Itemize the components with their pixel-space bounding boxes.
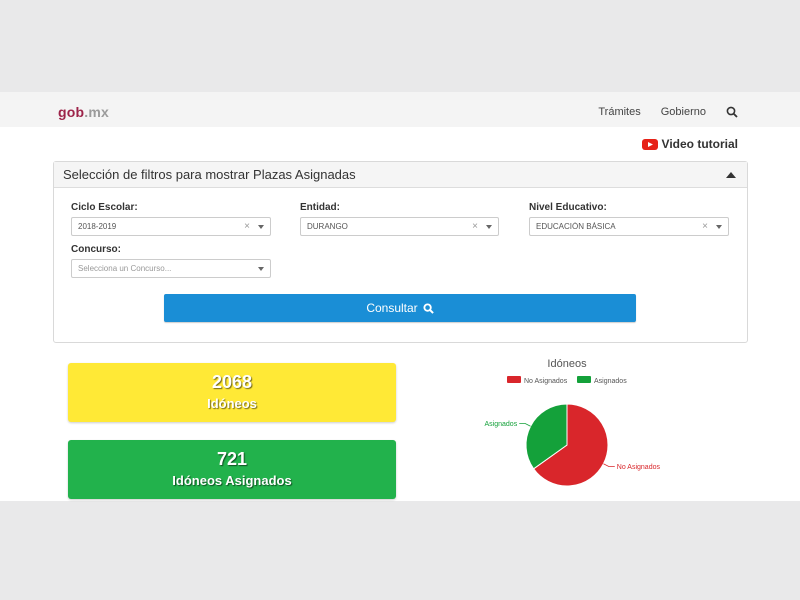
ciclo-escolar-value: 2018-2019 (78, 222, 117, 231)
nivel-educativo-select[interactable]: EDUCACIÓN BÁSICA × (529, 217, 729, 236)
main-nav: Trámites Gobierno (598, 106, 738, 118)
consultar-button[interactable]: Consultar (164, 294, 636, 322)
chart-title: Idóneos (547, 358, 587, 370)
asignados-count: 721 (216, 449, 248, 469)
video-tutorial-link[interactable]: Video tutorial (641, 137, 738, 151)
legend-swatch-0 (507, 376, 521, 383)
concurso-placeholder: Selecciona un Concurso... (78, 264, 172, 273)
concurso-select[interactable]: Selecciona un Concurso... (71, 259, 271, 278)
pie-chart-svg: Idóneos No Asignados Asignados No Asignados… (485, 358, 661, 487)
nivel-educativo-value: EDUCACIÓN BÁSICA (536, 222, 616, 231)
entidad-select[interactable]: DURANGO × (300, 217, 499, 236)
entidad-value: DURANGO (307, 222, 348, 231)
video-tutorial-label: Video tutorial (661, 137, 738, 151)
legend-label-0: No Asignados (524, 378, 568, 385)
logo-mx: .mx (84, 104, 109, 120)
search-icon[interactable] (726, 106, 738, 118)
idoneos-count: 2068 (211, 372, 253, 392)
asignados-label: Idóneos Asignados (172, 473, 292, 488)
clear-icon[interactable]: × (472, 221, 478, 232)
chevron-down-icon[interactable] (716, 224, 722, 229)
legend-swatch-1 (577, 376, 591, 383)
clear-icon[interactable]: × (702, 221, 708, 232)
idoneos-card: 2068 Idóneos (68, 363, 396, 422)
clear-icon[interactable]: × (244, 221, 250, 232)
slice-leader-0 (603, 463, 615, 467)
logo-gob: gob (58, 104, 85, 120)
ciclo-escolar-label: Ciclo Escolar: (71, 202, 138, 213)
entidad-label: Entidad: (300, 202, 340, 213)
idoneos-asignados-card: 721 Idóneos Asignados (68, 440, 396, 499)
slice-label-0: No Asignados (617, 464, 661, 471)
slice-leader-1 (519, 423, 531, 427)
ciclo-escolar-select[interactable]: 2018-2019 × (71, 217, 271, 236)
nav-link-gobierno[interactable]: Gobierno (661, 106, 706, 118)
collapse-caret-icon[interactable] (726, 171, 736, 178)
legend-label-1: Asignados (594, 378, 627, 385)
chevron-down-icon[interactable] (258, 266, 264, 271)
consultar-label: Consultar (366, 301, 418, 315)
concurso-label: Concurso: (71, 244, 121, 255)
idoneos-pie-chart: Idóneos No Asignados Asignados No Asignados… (460, 355, 690, 501)
filters-panel-header[interactable]: Selección de filtros para mostrar Plazas… (54, 162, 747, 188)
nivel-educativo-label: Nivel Educativo: (529, 202, 607, 213)
idoneos-label: Idóneos (207, 396, 257, 411)
filters-panel: Selección de filtros para mostrar Plazas… (53, 161, 748, 343)
chevron-down-icon[interactable] (486, 224, 492, 229)
nav-link-tramites[interactable]: Trámites (598, 106, 640, 118)
main-content: Video tutorial Selección de filtros para… (0, 127, 800, 501)
filters-title: Selección de filtros para mostrar Plazas… (63, 167, 356, 182)
slice-label-1: Asignados (485, 421, 518, 428)
gob-mx-logo[interactable]: gob.mx (58, 104, 109, 120)
youtube-icon (641, 138, 658, 150)
search-icon (423, 302, 434, 314)
top-navbar: gob.mx Trámites Gobierno (0, 92, 800, 127)
chevron-down-icon[interactable] (258, 224, 264, 229)
